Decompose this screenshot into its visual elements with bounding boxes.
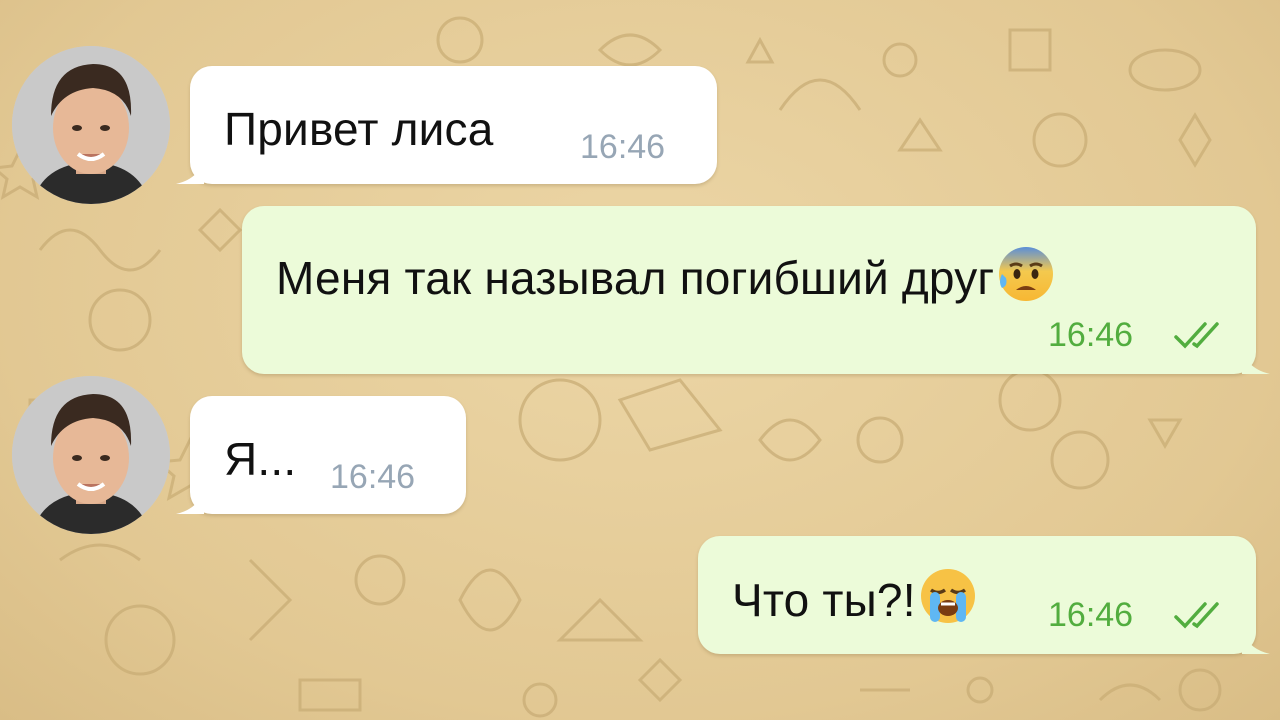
- message-time: 16:46: [330, 458, 416, 496]
- contact-avatar[interactable]: [12, 376, 170, 534]
- message-time: 16:46: [1048, 596, 1134, 634]
- double-check-icon: [1174, 602, 1219, 629]
- message-bubble-outgoing[interactable]: Меня так называл погибший друг 16:46: [242, 206, 1270, 374]
- bubble-tail: [176, 484, 204, 514]
- message-text: Я...: [224, 433, 297, 485]
- message-text: Меня так называл погибший друг: [276, 244, 1056, 305]
- avatar-portrait: [12, 46, 170, 204]
- message-bubble-incoming[interactable]: Привет лиса 16:46: [176, 66, 717, 184]
- message-text-content: Меня так называл погибший друг: [276, 252, 995, 304]
- bubble-tail: [176, 154, 204, 184]
- contact-avatar[interactable]: [12, 46, 170, 204]
- double-check-icon: [1174, 322, 1219, 349]
- message-text: Что ты?!: [732, 566, 978, 627]
- message-text-content: Что ты?!: [732, 574, 916, 626]
- message-bubble-incoming[interactable]: Я... 16:46: [176, 396, 466, 514]
- bubble-tail: [1242, 344, 1270, 374]
- message-text: Привет лиса: [224, 103, 494, 155]
- message-bubble-outgoing[interactable]: Что ты?! 16:46: [698, 536, 1270, 654]
- avatar-portrait: [12, 376, 170, 534]
- anxious-face-with-sweat-icon: [999, 247, 1054, 301]
- message-time: 16:46: [580, 128, 666, 166]
- loudly-crying-face-icon: [920, 569, 975, 623]
- message-time: 16:46: [1048, 316, 1134, 354]
- bubble-tail: [1242, 624, 1270, 654]
